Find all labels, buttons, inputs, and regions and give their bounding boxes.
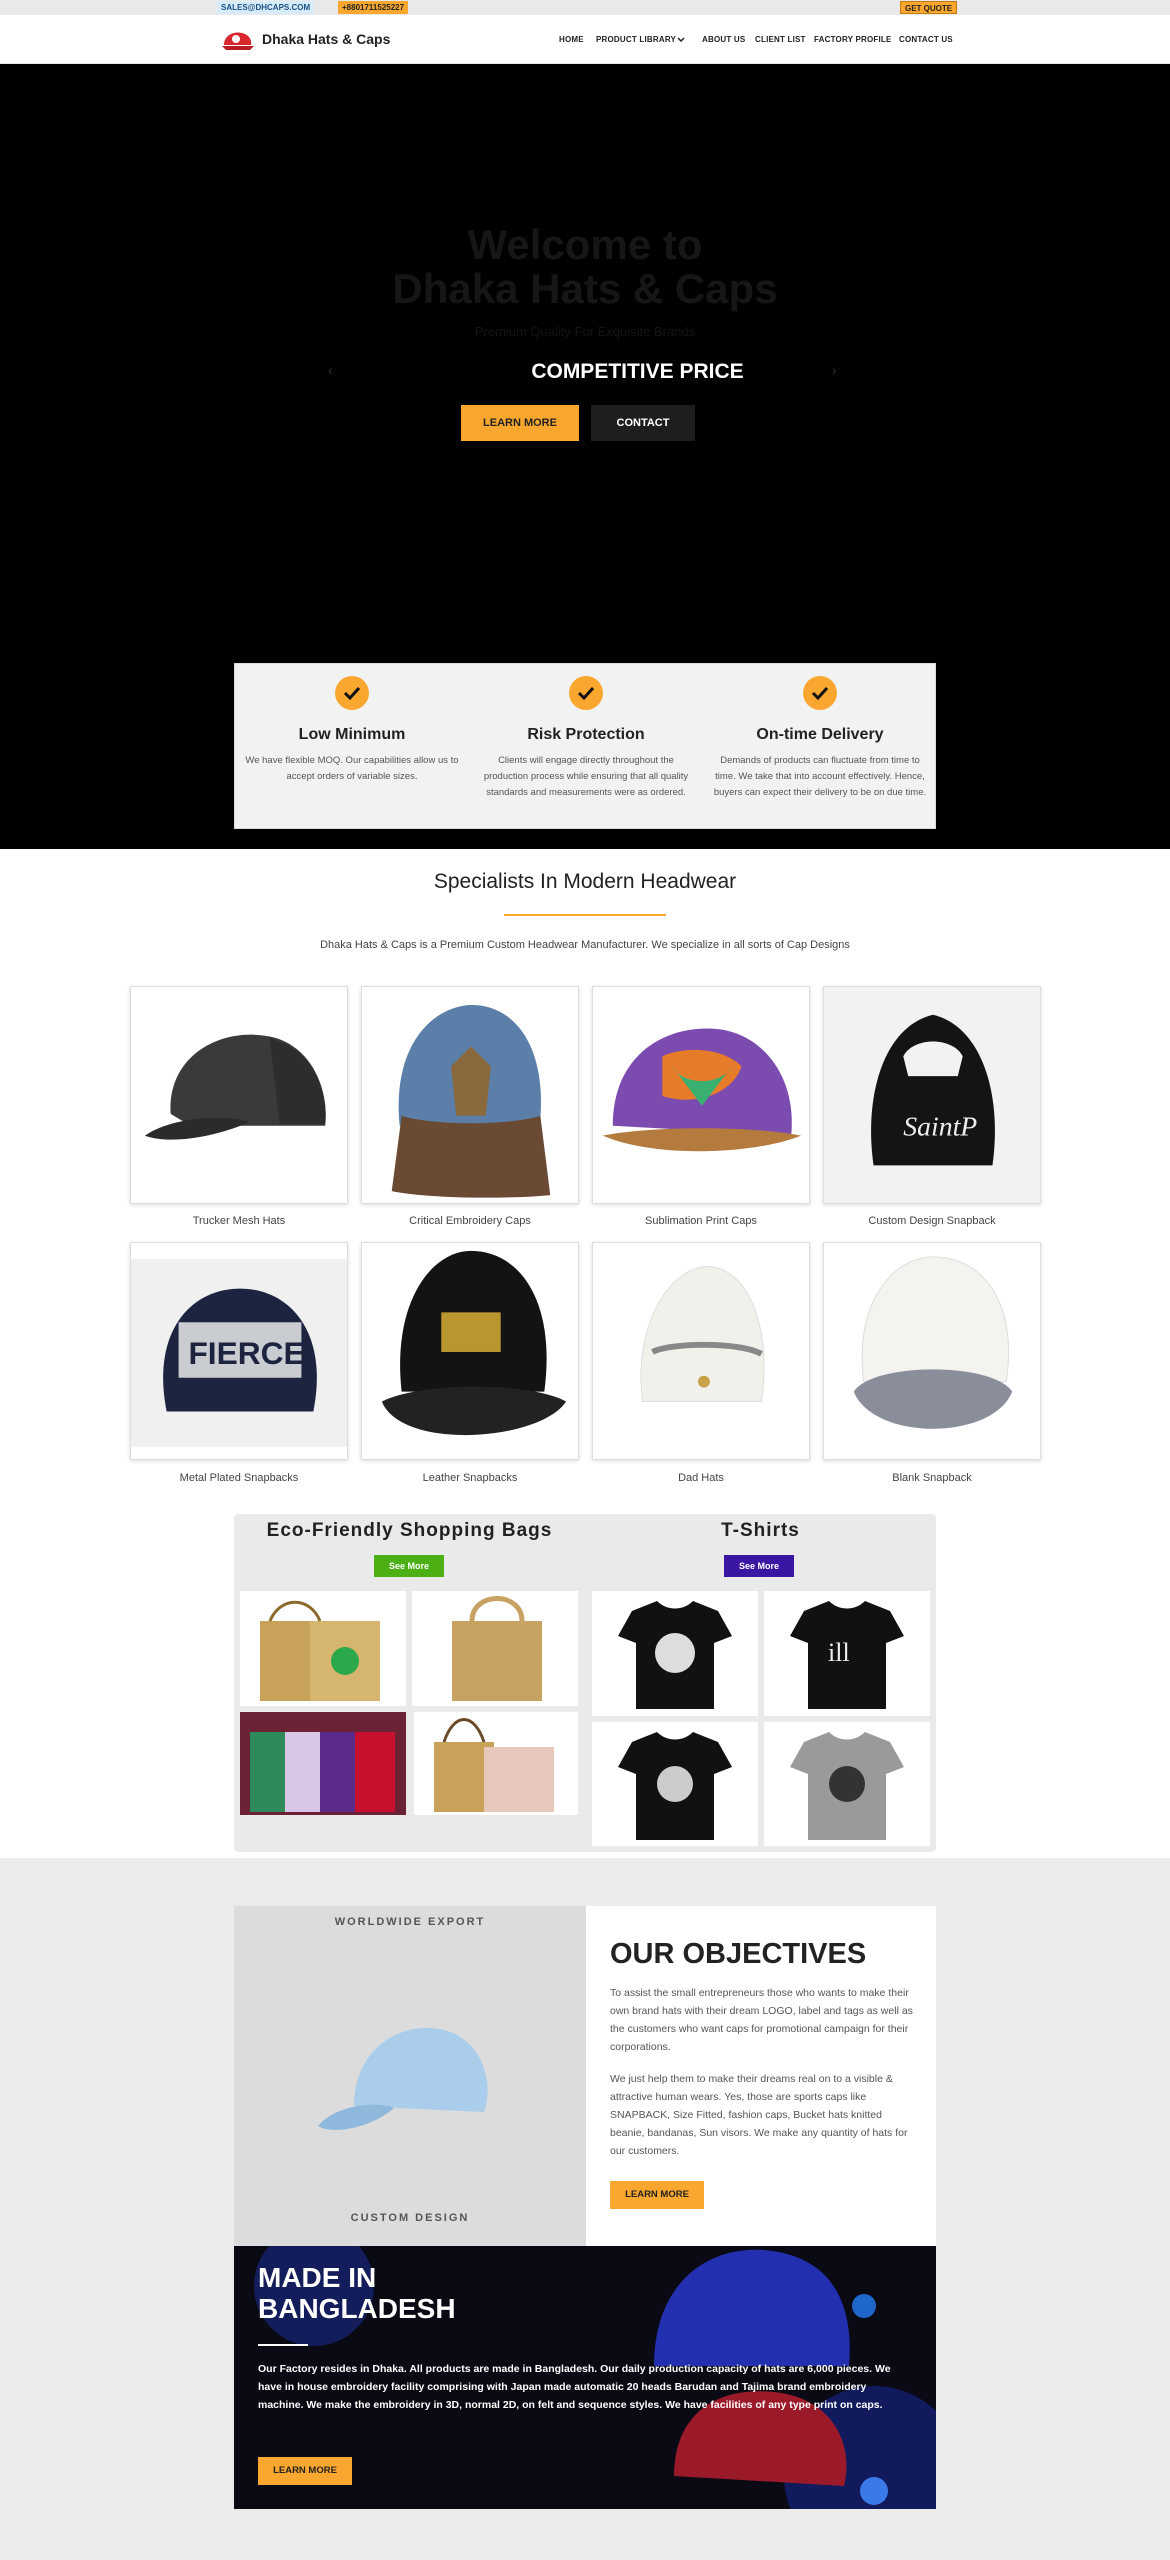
feature-title: Low Minimum	[298, 726, 406, 743]
specialists-intro: Dhaka Hats & Caps is a Premium Custom He…	[320, 939, 850, 951]
objectives-panel: OUR OBJECTIVES To assist the small entre…	[586, 1906, 936, 2246]
black-tshirt-image	[618, 1732, 732, 1840]
nav-about-us[interactable]: ABOUT US	[702, 35, 745, 44]
features-box: Low Minimum We have flexible MOQ. Our ca…	[234, 663, 936, 829]
nav-client-list[interactable]: CLIENT LIST	[755, 35, 806, 44]
tshirt-thumb-4[interactable]	[764, 1722, 930, 1846]
printed-bags-image	[434, 1718, 554, 1812]
made-in-title-line1: MADE IN	[258, 2262, 377, 2293]
phone-link[interactable]: +8801711525227	[338, 1, 409, 14]
black-tshirt-image	[618, 1601, 732, 1709]
product-label[interactable]: Sublimation Print Caps	[586, 1215, 816, 1227]
bag-thumb-4[interactable]	[414, 1712, 578, 1815]
product-card-blank-snapback[interactable]	[823, 1242, 1041, 1460]
objectives-learn-more-button[interactable]: LEARN MORE	[610, 2181, 704, 2209]
objectives-paragraph-1: To assist the small entrepreneurs those …	[610, 1987, 913, 2053]
product-label[interactable]: Leather Snapbacks	[355, 1472, 585, 1484]
feature-text: Demands of products can fluctuate from t…	[713, 755, 927, 798]
section-divider	[504, 914, 666, 916]
made-in-text: Our Factory resides in Dhaka. All produc…	[258, 2363, 891, 2411]
check-icon	[335, 676, 369, 710]
product-card-trucker[interactable]	[130, 986, 348, 1204]
objectives-paragraph-2: We just help them to make their dreams r…	[610, 2073, 908, 2157]
tshirt-thumb-3[interactable]	[592, 1722, 758, 1846]
export-label: WORLDWIDE EXPORT	[334, 1916, 486, 1928]
tshirts-see-more-button[interactable]: See More	[724, 1555, 794, 1577]
dad-hat-image	[640, 1266, 765, 1403]
check-icon	[569, 676, 603, 710]
specialists-title: Specialists In Modern Headwear	[433, 870, 737, 893]
product-label[interactable]: Trucker Mesh Hats	[124, 1215, 354, 1227]
sublimation-cap-image	[602, 1028, 802, 1152]
black-tshirt-image: ill	[790, 1601, 904, 1709]
nav-home[interactable]: HOME	[559, 35, 584, 44]
nav-contact-us[interactable]: CONTACT US	[899, 35, 953, 44]
leather-cap-image	[381, 1250, 567, 1436]
custom-snapback-image: SaintP	[871, 1014, 995, 1166]
made-in-title-line2: BANGLADESH	[258, 2293, 456, 2324]
feature-on-time-delivery: On-time Delivery Demands of products can…	[703, 664, 937, 830]
export-panel: WORLDWIDE EXPORT CUSTOM DESIGN	[234, 1906, 586, 2246]
made-in-panel: MADE IN BANGLADESH Our Factory resides i…	[234, 2246, 936, 2509]
jute-tote-image	[452, 1596, 542, 1701]
bags-title: Eco-Friendly Shopping Bags	[266, 1520, 553, 1541]
made-in-learn-more-button[interactable]: LEARN MORE	[258, 2457, 352, 2485]
product-card-embroidery[interactable]	[361, 986, 579, 1204]
product-label[interactable]: Custom Design Snapback	[817, 1215, 1047, 1227]
get-quote-button[interactable]: GET QUOTE	[900, 1, 958, 14]
custom-design-label: CUSTOM DESIGN	[350, 2212, 470, 2224]
hero-title-line2: Dhaka Hats & Caps	[392, 265, 778, 312]
bags-see-more-button[interactable]: See More	[374, 1555, 444, 1577]
brand-name[interactable]: Dhaka Hats & Caps	[262, 31, 390, 47]
chevron-down-icon[interactable]	[677, 37, 685, 43]
hero-slide-text: COMPETITIVE PRICE	[531, 360, 744, 383]
hero-title-line1: Welcome to	[467, 221, 703, 268]
extras-box: Eco-Friendly Shopping Bags See More T-Sh…	[234, 1514, 936, 1852]
nav-product-library[interactable]: PRODUCT LIBRARY	[596, 35, 676, 44]
product-label[interactable]: Blank Snapback	[817, 1472, 1047, 1484]
svg-text:FIERCE: FIERCE	[188, 1335, 304, 1371]
colored-bags-image	[240, 1712, 406, 1815]
bag-thumb-3[interactable]	[240, 1712, 406, 1815]
product-card-sublimation[interactable]	[592, 986, 810, 1204]
blank-snapback-image	[853, 1256, 1013, 1429]
grey-tshirt-image	[790, 1732, 904, 1840]
svg-text:SaintP: SaintP	[903, 1112, 977, 1143]
product-card-dad-hats[interactable]	[592, 1242, 810, 1460]
product-card-custom-snapback[interactable]: SaintP	[823, 986, 1041, 1204]
email-link[interactable]: SALES@DHCAPS.COM	[217, 1, 315, 14]
cap-logo-icon[interactable]	[220, 29, 256, 53]
trucker-cap-image	[144, 1034, 326, 1140]
product-card-metal-plated[interactable]: FIERCE	[130, 1242, 348, 1460]
bag-thumb-2[interactable]	[412, 1591, 578, 1706]
tshirt-thumb-2[interactable]: ill	[764, 1591, 930, 1716]
check-icon	[803, 676, 837, 710]
top-bar: SALES@DHCAPS.COM +8801711525227 GET QUOT…	[0, 0, 1170, 15]
learn-more-button[interactable]: LEARN MORE	[461, 405, 579, 441]
product-label[interactable]: Metal Plated Snapbacks	[124, 1472, 354, 1484]
contact-button[interactable]: CONTACT	[591, 405, 695, 441]
feature-text: Clients will engage directly throughout …	[483, 755, 689, 798]
tshirts-title: T-Shirts	[721, 1520, 800, 1541]
feature-title: Risk Protection	[527, 726, 645, 743]
product-label[interactable]: Dad Hats	[586, 1472, 816, 1484]
feature-risk-protection: Risk Protection Clients will engage dire…	[469, 664, 703, 830]
feature-text: We have flexible MOQ. Our capabilities a…	[245, 755, 459, 782]
feature-title: On-time Delivery	[756, 726, 884, 743]
feature-low-minimum: Low Minimum We have flexible MOQ. Our ca…	[235, 664, 469, 830]
site-header: Dhaka Hats & Caps HOME PRODUCT LIBRARY A…	[0, 15, 1170, 64]
tshirt-thumb-1[interactable]	[592, 1591, 758, 1716]
svg-text:ill: ill	[828, 1638, 850, 1667]
bag-thumb-1[interactable]	[240, 1591, 406, 1706]
product-card-leather[interactable]	[361, 1242, 579, 1460]
jute-bag-image	[260, 1600, 380, 1701]
blue-cap-image	[318, 2027, 488, 2130]
objectives-title: OUR OBJECTIVES	[610, 1938, 867, 1970]
embroidery-cap-image	[391, 1004, 551, 1198]
hero-subtitle: Premium Quality For Exquisite Brands	[474, 324, 696, 339]
metal-plated-cap-image: FIERCE	[131, 1258, 347, 1448]
title-divider	[258, 2344, 308, 2346]
nav-factory-profile[interactable]: FACTORY PROFILE	[814, 35, 892, 44]
product-label[interactable]: Critical Embroidery Caps	[355, 1215, 585, 1227]
